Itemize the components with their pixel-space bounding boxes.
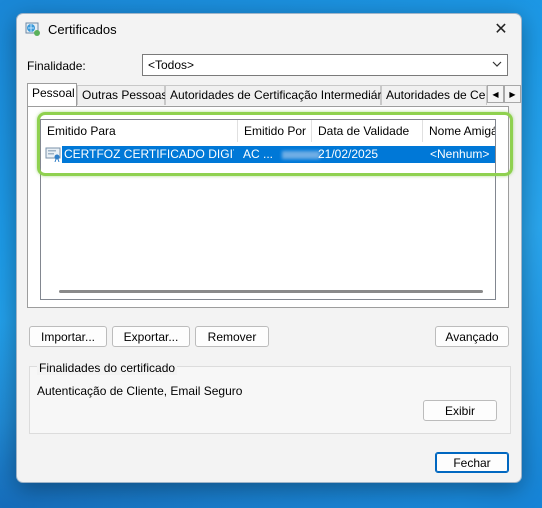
close-icon: ✕ [494,21,508,38]
finalidade-label: Finalidade: [27,59,86,73]
button-label: Importar... [40,329,96,344]
cell-emitido-para: CERTFOZ CERTIFICADO DIGITA... [64,147,234,161]
column-label: Data de Validade [318,124,410,138]
cell-nome-amigavel: <Nenhum> [430,147,490,161]
column-label: Emitido Por [244,124,307,138]
tab-label: Pessoal [32,86,75,100]
list-header: Emitido Para Emitido Por Data de Validad… [41,120,495,142]
finalidade-value: <Todos> [148,58,195,72]
tab-outras-pessoas[interactable]: Outras Pessoas [77,85,168,105]
tab-label: Outras Pessoas [82,88,168,102]
avancado-button[interactable]: Avançado [435,326,509,347]
button-label: Remover [207,329,257,344]
row-selection: CERTFOZ CERTIFICADO DIGITA... AC ... 21/… [62,146,495,163]
cell-data-validade: 21/02/2025 [318,147,379,161]
tab-scroll: ◀ ▶ [487,85,521,103]
finalidades-title: Finalidades do certificado [37,361,178,375]
finalidade-select[interactable]: <Todos> [142,54,508,76]
horizontal-scrollbar[interactable] [59,290,483,293]
exibir-button[interactable]: Exibir [423,400,497,421]
table-row[interactable]: CERTFOZ CERTIFICADO DIGITA... AC ... 21/… [41,146,495,163]
button-label: Avançado [445,329,499,344]
dialog-title: Certificados [48,22,117,37]
column-label: Emitido Para [47,124,116,138]
certificates-dialog: Certificados ✕ Finalidade: <Todos> Pesso… [16,13,522,483]
tab-strip: Pessoal Outras Pessoas Autoridades de Ce… [27,83,521,106]
certificate-globe-icon [25,22,40,36]
arrow-left-icon: ◀ [492,89,499,99]
tab-scroll-right-button[interactable]: ▶ [504,85,521,103]
column-emitido-para[interactable]: Emitido Para [41,120,238,142]
button-label: Exportar... [123,329,179,344]
column-emitido-por[interactable]: Emitido Por [238,120,312,142]
fechar-button[interactable]: Fechar [435,452,509,473]
title-bar[interactable]: Certificados ✕ [17,14,521,46]
certificate-icon [45,147,61,162]
exportar-button[interactable]: Exportar... [112,326,190,347]
tab-label: Autoridades de Ce [386,88,486,102]
tab-label: Autoridades de Certificação Intermediári… [170,88,397,102]
column-nome-amigavel[interactable]: Nome Amigáve [423,120,495,142]
close-button[interactable]: ✕ [481,14,521,44]
remover-button[interactable]: Remover [195,326,269,347]
certificate-list[interactable]: Emitido Para Emitido Por Data de Validad… [40,119,496,300]
chevron-down-icon [492,57,502,74]
tab-autoridades-intermediarias[interactable]: Autoridades de Certificação Intermediári… [165,85,397,105]
finalidades-value: Autenticação de Cliente, Email Seguro [37,384,243,398]
button-label: Exibir [444,403,475,418]
tab-autoridades-raiz[interactable]: Autoridades de Ce [381,85,487,105]
tab-pessoal[interactable]: Pessoal [27,83,77,106]
arrow-right-icon: ▶ [509,89,516,99]
column-label: Nome Amigáve [429,124,495,138]
column-data-validade[interactable]: Data de Validade [312,120,423,142]
button-label: Fechar [453,455,491,470]
importar-button[interactable]: Importar... [29,326,107,347]
tab-scroll-left-button[interactable]: ◀ [487,85,504,103]
redacted-text [282,151,320,159]
